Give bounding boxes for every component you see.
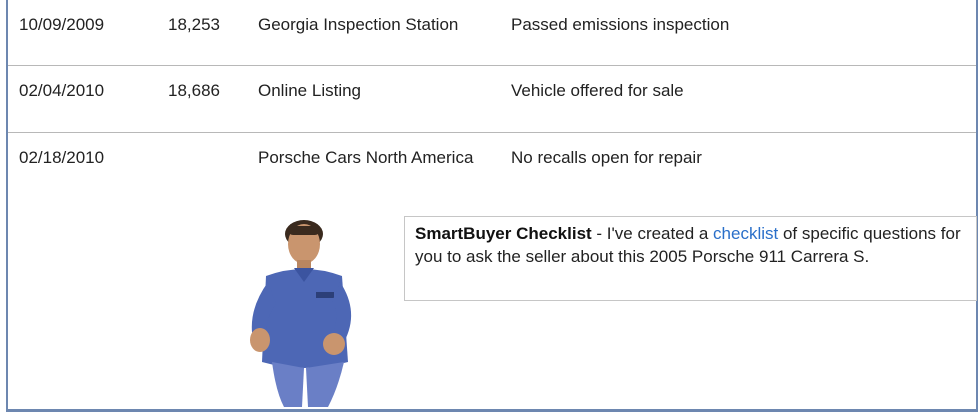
- row-comment: Passed emissions inspection: [511, 15, 730, 34]
- row-odometer: 18,253: [168, 15, 220, 34]
- table-row: 10/09/2009 18,253 Georgia Inspection Sta…: [8, 0, 976, 66]
- vehicle-history-table: 10/09/2009 18,253 Georgia Inspection Sta…: [6, 0, 978, 412]
- row-comment: Vehicle offered for sale: [511, 81, 684, 100]
- callout-text: - I've created a: [591, 224, 714, 243]
- row-comment: No recalls open for repair: [511, 148, 702, 167]
- table-row: 02/04/2010 18,686 Online Listing Vehicle…: [8, 66, 976, 133]
- row-source: Online Listing: [258, 81, 362, 100]
- row-odometer: 18,686: [168, 81, 220, 100]
- row-source: Porsche Cars North America: [258, 148, 474, 167]
- callout-title: SmartBuyer Checklist: [415, 224, 592, 243]
- smartbuyer-checklist-callout: SmartBuyer Checklist - I've created a ch…: [404, 216, 977, 301]
- checklist-link[interactable]: checklist: [713, 224, 778, 243]
- row-date: 10/09/2009: [19, 15, 105, 34]
- row-date: 02/18/2010: [19, 148, 105, 167]
- spokesperson-illustration: [250, 220, 352, 407]
- row-source: Georgia Inspection Station: [258, 15, 459, 34]
- row-date: 02/04/2010: [19, 81, 105, 100]
